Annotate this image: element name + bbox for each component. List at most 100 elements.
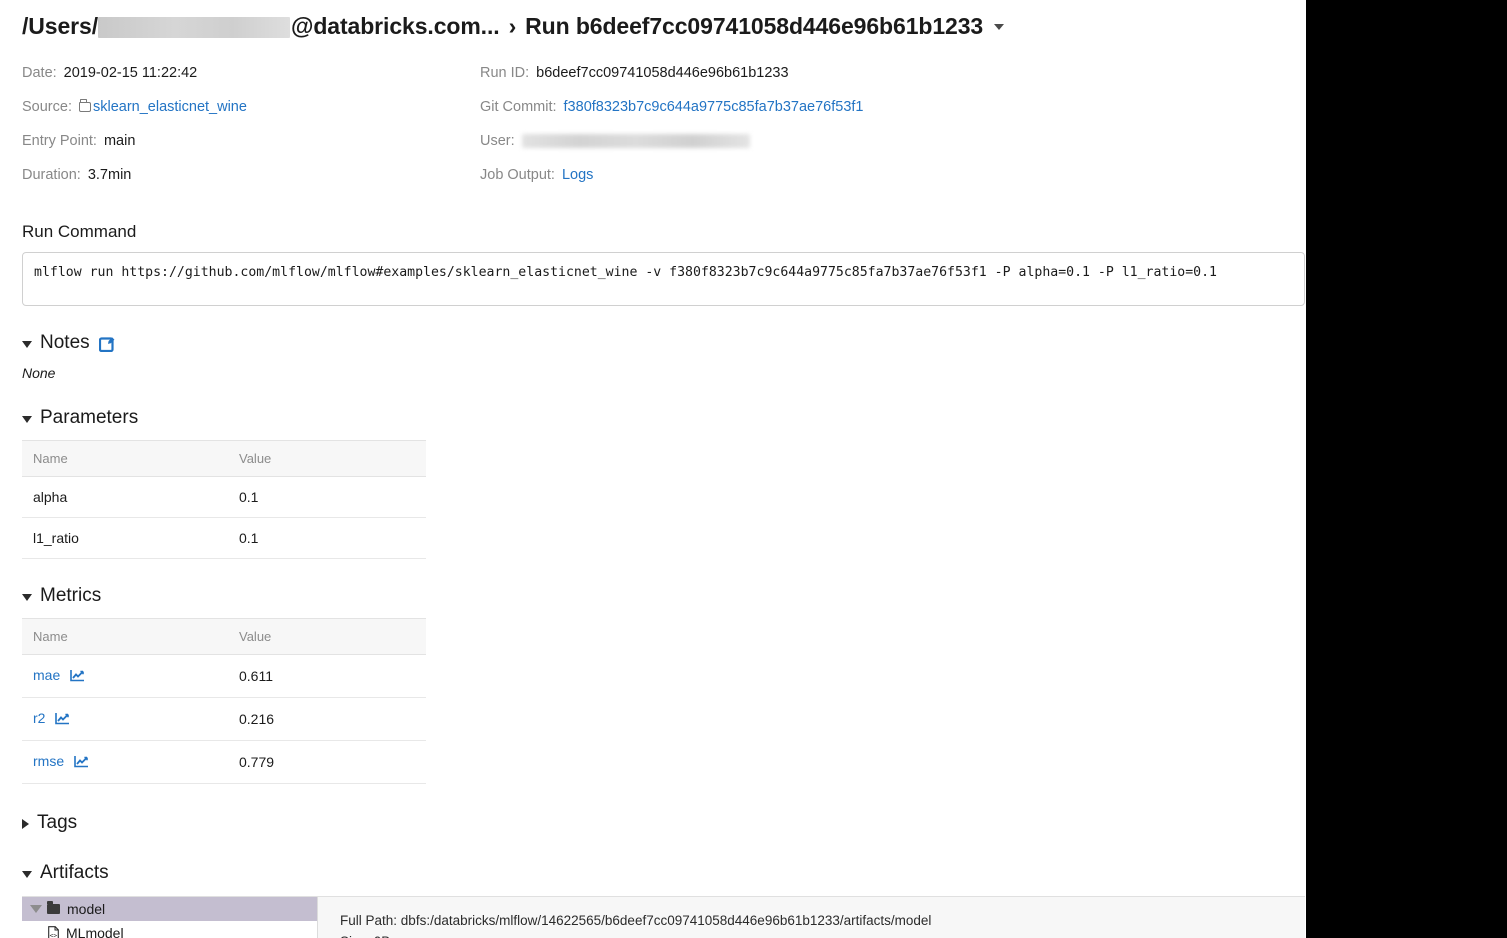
metric-value: 0.611 [228,654,426,698]
metric-name-cell: rmse [22,740,228,784]
tags-title: Tags [37,812,78,833]
folder-icon [47,901,60,914]
chevron-down-icon[interactable] [994,23,1005,30]
run-id-label: Run ID: [480,65,530,81]
table-row: alpha 0.1 [22,476,426,518]
breadcrumb-separator: › [508,13,517,39]
run-metadata-left-column: Date: 2019-02-15 11:22:42 Source: sklear… [22,56,247,192]
source-label: Source: [22,99,72,115]
artifacts-section-header[interactable]: Artifacts [22,862,1306,884]
metric-value: 0.216 [228,697,426,741]
run-metadata: Date: 2019-02-15 11:22:42 Source: sklear… [22,56,1306,198]
metadata-row-run-id: Run ID: b6deef7cc09741058d446e96b61b1233 [480,56,863,90]
metadata-row-source: Source: sklearn_elasticnet_wine [22,90,247,124]
parameters-section: Parameters Name Value alpha 0.1 l1_ratio [22,407,1306,559]
notes-body: None [22,365,56,381]
run-command-box[interactable]: mlflow run https://github.com/mlflow/mlf… [22,252,1305,306]
line-chart-icon[interactable] [74,755,89,771]
table-row: mae 0.611 [22,654,426,698]
triangle-down-icon [22,416,32,423]
triangle-down-icon [22,341,32,348]
notes-title: Notes [40,332,90,353]
metrics-column-value: Value [228,618,426,655]
parameter-value: 0.1 [228,517,426,559]
page-title: Run b6deef7cc09741058d446e96b61b1233 [525,13,984,39]
line-chart-icon[interactable] [70,669,85,685]
date-value: 2019-02-15 11:22:42 [63,65,198,81]
table-header-row: Name Value [22,618,426,655]
metadata-row-user: User: [480,124,863,158]
artifact-tree: model <> MLmodel [22,897,318,938]
parameter-value: 0.1 [228,476,426,518]
triangle-down-icon[interactable] [30,905,42,913]
parameter-name: l1_ratio [22,517,228,559]
job-output-logs-link[interactable]: Logs [562,167,593,183]
triangle-down-icon [22,594,32,601]
run-command-text: mlflow run https://github.com/mlflow/mlf… [34,265,1217,280]
git-commit-link[interactable]: f380f8323b7c9c644a9775c85fa7b37ae76f53f1 [564,99,864,115]
duration-value: 3.7min [87,167,132,183]
artifacts-section: Artifacts model <> MLmodel Full Path: db… [22,862,1306,938]
date-label: Date: [22,65,57,81]
duration-label: Duration: [22,167,81,183]
metric-value: 0.779 [228,740,426,784]
parameters-section-header[interactable]: Parameters [22,407,1306,429]
artifact-size-value: 0B [374,934,391,938]
breadcrumb-users-prefix[interactable]: /Users/ [22,13,98,40]
folder-icon [78,99,91,112]
artifact-node-label: model [67,901,106,917]
metric-name-cell: r2 [22,697,228,741]
artifact-detail-header: Full Path: dbfs:/databricks/mlflow/14622… [318,897,1305,938]
entry-point-value: main [103,133,136,149]
parameters-column-name: Name [22,440,228,477]
table-header-row: Name Value [22,440,426,477]
artifact-detail-panel: Full Path: dbfs:/databricks/mlflow/14622… [318,897,1305,938]
artifact-size-label: Size: [340,934,370,938]
edit-pencil-icon[interactable] [98,335,116,352]
artifact-tree-node-model[interactable]: model [22,897,317,921]
metadata-row-duration: Duration: 3.7min [22,158,247,192]
parameter-name: alpha [22,476,228,518]
metrics-section: Metrics Name Value mae 0.611 r2 0.216 rm… [22,585,1306,784]
source-link[interactable]: sklearn_elasticnet_wine [93,99,247,115]
metric-link-r2[interactable]: r2 [33,710,45,726]
metadata-row-git-commit: Git Commit: f380f8323b7c9c644a9775c85fa7… [480,90,863,124]
run-id-value: b6deef7cc09741058d446e96b61b1233 [536,65,789,81]
table-row: rmse 0.779 [22,740,426,784]
parameters-column-value: Value [228,440,426,477]
metric-name-cell: mae [22,654,228,698]
metadata-row-job-output: Job Output: Logs [480,158,863,192]
code-file-icon: <> [48,926,59,938]
artifact-full-path-label: Full Path: [340,913,398,928]
job-output-label: Job Output: [480,167,555,183]
triangle-right-icon [22,818,29,829]
metadata-row-date: Date: 2019-02-15 11:22:42 [22,56,247,90]
tags-section-header[interactable]: Tags [22,812,1306,834]
breadcrumb: /Users/ @databricks.com... › Run b6deef7c… [22,0,1306,40]
artifact-full-path-value: dbfs:/databricks/mlflow/14622565/b6deef7… [400,913,932,928]
artifacts-title: Artifacts [40,862,109,883]
metadata-row-entry-point: Entry Point: main [22,124,247,158]
metrics-section-header[interactable]: Metrics [22,585,1306,607]
metrics-title: Metrics [40,585,102,606]
artifact-node-label: MLmodel [66,925,124,938]
notes-section: Notes None [22,332,1306,381]
breadcrumb-domain-suffix[interactable]: @databricks.com... [291,13,500,40]
artifact-size-line: Size: 0B [340,932,1305,938]
run-metadata-right-column: Run ID: b6deef7cc09741058d446e96b61b1233… [480,56,863,192]
entry-point-label: Entry Point: [22,133,97,149]
git-commit-label: Git Commit: [480,99,557,115]
line-chart-icon[interactable] [55,712,70,728]
parameters-title: Parameters [40,407,139,428]
table-row: r2 0.216 [22,697,426,741]
metric-link-mae[interactable]: mae [33,667,60,683]
redacted-user-value [521,134,750,148]
notes-section-header[interactable]: Notes [22,332,1306,354]
metric-link-rmse[interactable]: rmse [33,753,64,769]
user-label: User: [480,133,515,149]
triangle-down-icon [22,871,32,878]
run-command-section: Run Command mlflow run https://github.co… [22,222,1306,306]
artifacts-browser: model <> MLmodel Full Path: dbfs:/databr… [22,896,1305,938]
metrics-column-name: Name [22,618,228,655]
artifact-tree-node-mlmodel[interactable]: <> MLmodel [22,921,317,938]
